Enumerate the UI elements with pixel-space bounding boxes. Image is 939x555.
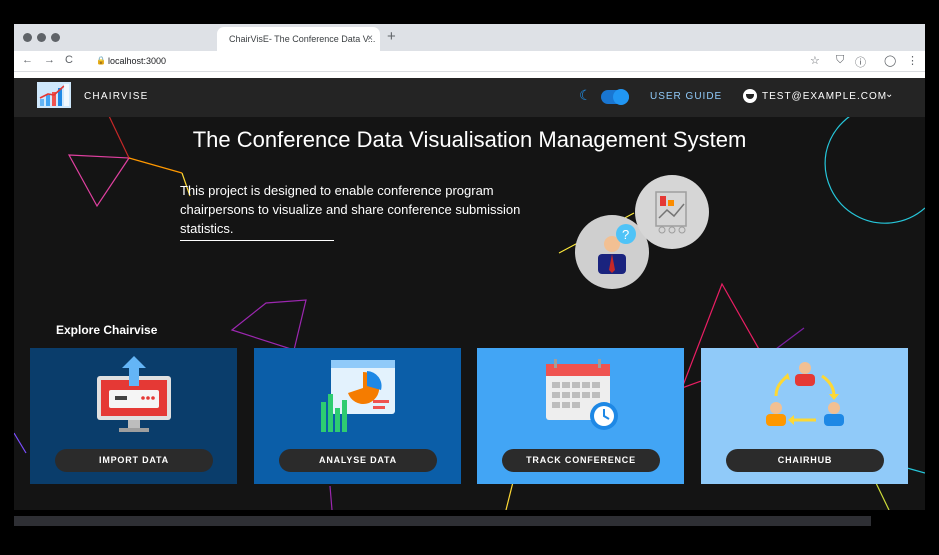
track-conference-card[interactable]: TRACK CONFERENCE: [477, 348, 684, 484]
hero-illustration: ?: [575, 175, 709, 289]
horizontal-scrollbar[interactable]: [14, 516, 871, 526]
page-title: The Conference Data Visualisation Manage…: [192, 127, 747, 152]
back-button[interactable]: ←: [22, 54, 33, 66]
window-minimize-dot[interactable]: [37, 33, 46, 42]
bottom-bar: [391, 531, 547, 555]
browser-tab-bar: ChairVisE- The Conference Data V... × +: [14, 24, 925, 51]
url-text: localhost:3000: [108, 56, 167, 66]
app-bar: CHAIRVISE ☾ USER GUIDE TEST@EXAMPLE.COM …: [14, 78, 925, 117]
bookmark-star-icon[interactable]: ☆: [810, 54, 820, 67]
chairvise-logo-icon[interactable]: [37, 82, 71, 108]
window-zoom-dot[interactable]: [51, 33, 60, 42]
dark-mode-icon: ☾: [579, 87, 592, 103]
window-close-dot[interactable]: [23, 33, 32, 42]
new-tab-button[interactable]: +: [387, 28, 396, 45]
tab-title: ChairVisE- The Conference Data V...: [229, 34, 376, 44]
description-underline: [180, 240, 334, 241]
chevron-down-icon[interactable]: ⌄: [885, 89, 893, 100]
track-conference-button[interactable]: TRACK CONFERENCE: [502, 449, 660, 472]
svg-text:?: ?: [622, 227, 629, 242]
toggle-knob: [613, 89, 629, 105]
chairhub-button[interactable]: CHAIRHUB: [726, 449, 884, 472]
browser-toolbar: ← → C 🔒 localhost:3000 ☆ ⛉ ⓘ ◯ ⋮: [14, 51, 925, 72]
calendar-clock-icon: [545, 359, 618, 430]
browser-tab[interactable]: ChairVisE- The Conference Data V... ×: [217, 27, 380, 51]
user-guide-link[interactable]: USER GUIDE: [650, 91, 722, 102]
dark-mode-toggle[interactable]: [601, 89, 629, 105]
info-icon[interactable]: ⓘ: [855, 54, 866, 70]
tab-close-icon[interactable]: ×: [367, 33, 373, 44]
profile-icon[interactable]: ◯: [884, 54, 896, 67]
forward-button[interactable]: →: [44, 54, 55, 66]
address-bar[interactable]: 🔒 localhost:3000: [94, 53, 826, 70]
analyse-data-card[interactable]: ANALYSE DATA: [254, 348, 461, 484]
app-brand[interactable]: CHAIRVISE: [84, 91, 149, 102]
menu-icon[interactable]: ⋮: [907, 54, 918, 67]
people-cycle-icon: [765, 362, 844, 426]
lock-icon: 🔒: [96, 56, 106, 65]
reload-button[interactable]: C: [65, 54, 73, 66]
analytics-chart-icon: [320, 360, 395, 432]
chairhub-card[interactable]: CHAIRHUB: [701, 348, 908, 484]
pocket-icon[interactable]: ⛉: [836, 54, 844, 67]
user-avatar-icon[interactable]: [743, 89, 757, 103]
user-email-menu[interactable]: TEST@EXAMPLE.COM: [762, 91, 887, 102]
computer-upload-icon: [96, 356, 171, 432]
app-viewport: CHAIRVISE ☾ USER GUIDE TEST@EXAMPLE.COM …: [14, 78, 925, 510]
analysis-board-icon: [635, 175, 709, 249]
screen-frame: ChairVisE- The Conference Data V... × + …: [0, 0, 939, 555]
analyse-data-button[interactable]: ANALYSE DATA: [279, 449, 437, 472]
explore-heading: Explore Chairvise: [56, 323, 158, 337]
import-data-card[interactable]: IMPORT DATA: [30, 348, 237, 484]
import-data-button[interactable]: IMPORT DATA: [55, 449, 213, 472]
project-description: This project is designed to enable confe…: [180, 183, 521, 236]
